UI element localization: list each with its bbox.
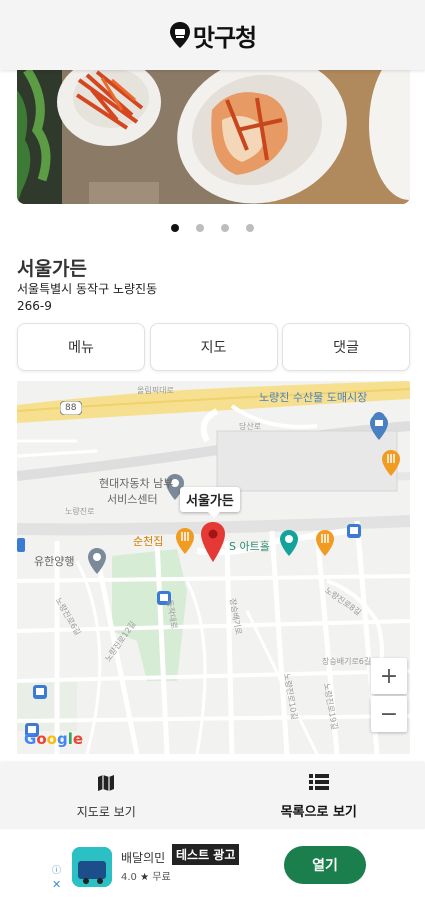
yuhan-label: 유한양행 <box>34 555 75 568</box>
ad-close-icon[interactable]: ✕ <box>52 878 61 891</box>
google-attribution[interactable]: Google <box>24 730 83 748</box>
carousel-dot[interactable] <box>171 224 179 232</box>
delivery-app-logo-icon <box>72 847 112 887</box>
road-label: 당산로 <box>239 422 262 431</box>
suncheon-label: 순천집 <box>133 535 164 548</box>
nav-list-label: 목록으로 보기 <box>280 805 357 820</box>
ad-banner[interactable]: ⓘ ✕ 배달의민 4.0 ★ 무료 테스트 광고 열기 <box>0 840 425 900</box>
app-header: 맛구청 <box>0 0 425 70</box>
service-center-label: 현대자동차 남부 <box>99 477 174 490</box>
bus-stop-icon[interactable] <box>347 524 361 538</box>
app-logo: 맛구청 <box>169 18 257 53</box>
detail-tabs: 메뉴 지도 댓글 <box>17 323 410 371</box>
zoom-out-button[interactable]: − <box>371 696 407 732</box>
nav-list-view[interactable]: 목록으로 보기 <box>213 763 425 829</box>
tab-comments[interactable]: 댓글 <box>282 323 410 371</box>
ad-price: 무료 <box>152 872 171 883</box>
restaurant-pin-icon[interactable] <box>315 529 335 557</box>
test-ad-badge: 테스트 광고 <box>172 844 240 865</box>
bus-stop-icon[interactable] <box>17 538 25 552</box>
shopping-pin-icon[interactable] <box>369 413 389 441</box>
ad-rating: 4.0 ★ 무료 <box>121 868 171 883</box>
tab-menu[interactable]: 메뉴 <box>17 323 145 371</box>
restaurant-name: 서울가든 <box>17 258 87 280</box>
carousel-indicator <box>0 224 425 232</box>
ad-rating-value: 4.0 <box>121 872 137 883</box>
route-number-label: 88 <box>65 403 77 413</box>
restaurant-pin-icon[interactable] <box>175 527 195 555</box>
road-label: 노량진로 <box>65 507 95 516</box>
map-icon <box>98 775 115 791</box>
arthall-label: S 아트홀 <box>229 540 270 553</box>
pharma-pin-icon[interactable] <box>87 547 107 575</box>
map-view[interactable]: 88 올림픽대로 노량진 수산물 도매시장 현대자동차 남부 서비스센터 순천집… <box>17 381 410 754</box>
restaurant-pin-icon[interactable] <box>381 449 401 477</box>
list-icon <box>308 774 329 790</box>
road-label: 올림픽대로 <box>137 386 174 395</box>
ad-open-button[interactable]: 열기 <box>284 846 366 884</box>
food-photo-illustration <box>17 70 410 204</box>
marker-callout[interactable]: 서울가든 <box>180 487 240 518</box>
zoom-in-button[interactable]: + <box>371 658 407 694</box>
nav-map-label: 지도로 보기 <box>76 805 136 819</box>
ad-app-name: 배달의민 <box>121 851 166 865</box>
road-label: 장승배기로6길 <box>322 657 372 666</box>
bus-stop-icon[interactable] <box>33 685 47 699</box>
address-line-2: 266-9 <box>17 299 52 313</box>
restaurant-photo[interactable] <box>17 70 410 204</box>
restaurant-address: 서울특별시 동작구 노량진동 266-9 <box>17 281 217 315</box>
app-title: 맛구청 <box>192 23 257 52</box>
carousel-dot[interactable] <box>221 224 229 232</box>
carousel-dot[interactable] <box>196 224 204 232</box>
address-line-1: 서울특별시 동작구 노량진동 <box>17 282 158 296</box>
restaurant-pin-icon <box>169 22 190 48</box>
ad-app-icon[interactable] <box>72 847 112 887</box>
bottom-navigation: 지도로 보기 목록으로 보기 <box>0 763 425 829</box>
tab-map[interactable]: 지도 <box>149 323 278 371</box>
nav-map-view[interactable]: 지도로 보기 <box>0 763 213 829</box>
map-marker-icon[interactable] <box>200 521 226 563</box>
service-center-label: 서비스센터 <box>107 493 158 506</box>
ad-info-icon[interactable]: ⓘ <box>52 863 61 876</box>
arts-pin-icon[interactable] <box>279 529 299 557</box>
star-icon: ★ <box>140 872 150 883</box>
fish-market-label: 노량진 수산물 도매시장 <box>259 391 368 404</box>
carousel-dot[interactable] <box>246 224 254 232</box>
map-background <box>17 381 410 754</box>
